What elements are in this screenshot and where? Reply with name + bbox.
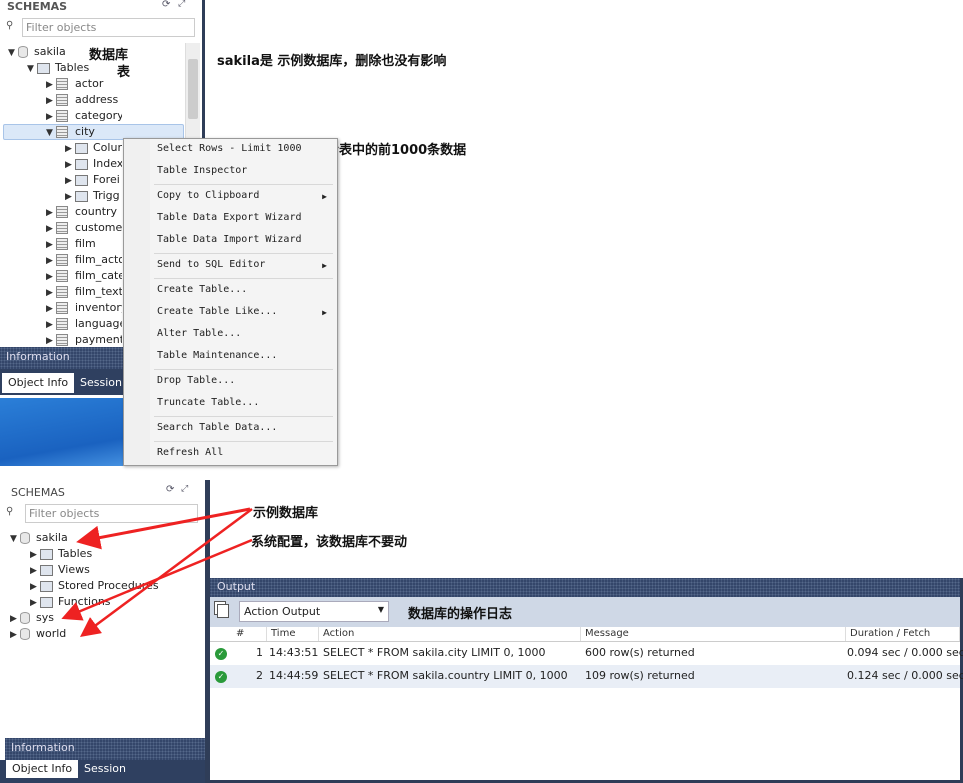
success-icon: ✓: [215, 671, 227, 683]
column-header-message[interactable]: Message: [581, 627, 846, 641]
cell-action: SELECT * FROM sakila.country LIMIT 0, 10…: [323, 669, 568, 682]
column-header-duration[interactable]: Duration / Fetch: [846, 627, 960, 641]
cell-n: 2: [256, 669, 263, 682]
cell-time: 14:44:59: [269, 669, 319, 682]
column-header-number[interactable]: #: [232, 627, 267, 641]
note-log: 数据库的操作日志: [408, 607, 513, 622]
output-row[interactable]: ✓ 2 14:44:59 SELECT * FROM sakila.country L…: [210, 665, 963, 688]
chevron-down-icon: ▼: [377, 605, 384, 614]
column-header-time[interactable]: Time: [267, 627, 319, 641]
output-type-select[interactable]: Action Output ▼: [239, 601, 389, 622]
output-type-value: Action Output: [244, 605, 321, 618]
success-icon: ✓: [215, 648, 227, 660]
arrow-to-sakila: [76, 507, 251, 550]
column-header-action[interactable]: Action: [319, 627, 581, 641]
cell-action: SELECT * FROM sakila.city LIMIT 0, 1000: [323, 646, 546, 659]
cell-n: 1: [256, 646, 263, 659]
output-toolbar: Action Output ▼ 数据库的操作日志: [210, 597, 960, 627]
output-row[interactable]: ✓ 1 14:43:51 SELECT * FROM sakila.city LIMI…: [210, 642, 963, 665]
output-panel: Output Action Output ▼ 数据库的操作日志 # Time Act…: [210, 578, 963, 783]
cell-time: 14:43:51: [269, 646, 319, 659]
cell-duration: 0.094 sec / 0.000 sec: [847, 646, 963, 659]
cell-message: 600 row(s) returned: [585, 646, 695, 659]
output-header: Output: [210, 578, 960, 597]
output-table-header: # Time Action Message Duration / Fetch: [210, 627, 960, 642]
cell-message: 109 row(s) returned: [585, 669, 695, 682]
cell-duration: 0.124 sec / 0.000 sec: [847, 669, 963, 682]
copy-icon[interactable]: [217, 604, 229, 618]
